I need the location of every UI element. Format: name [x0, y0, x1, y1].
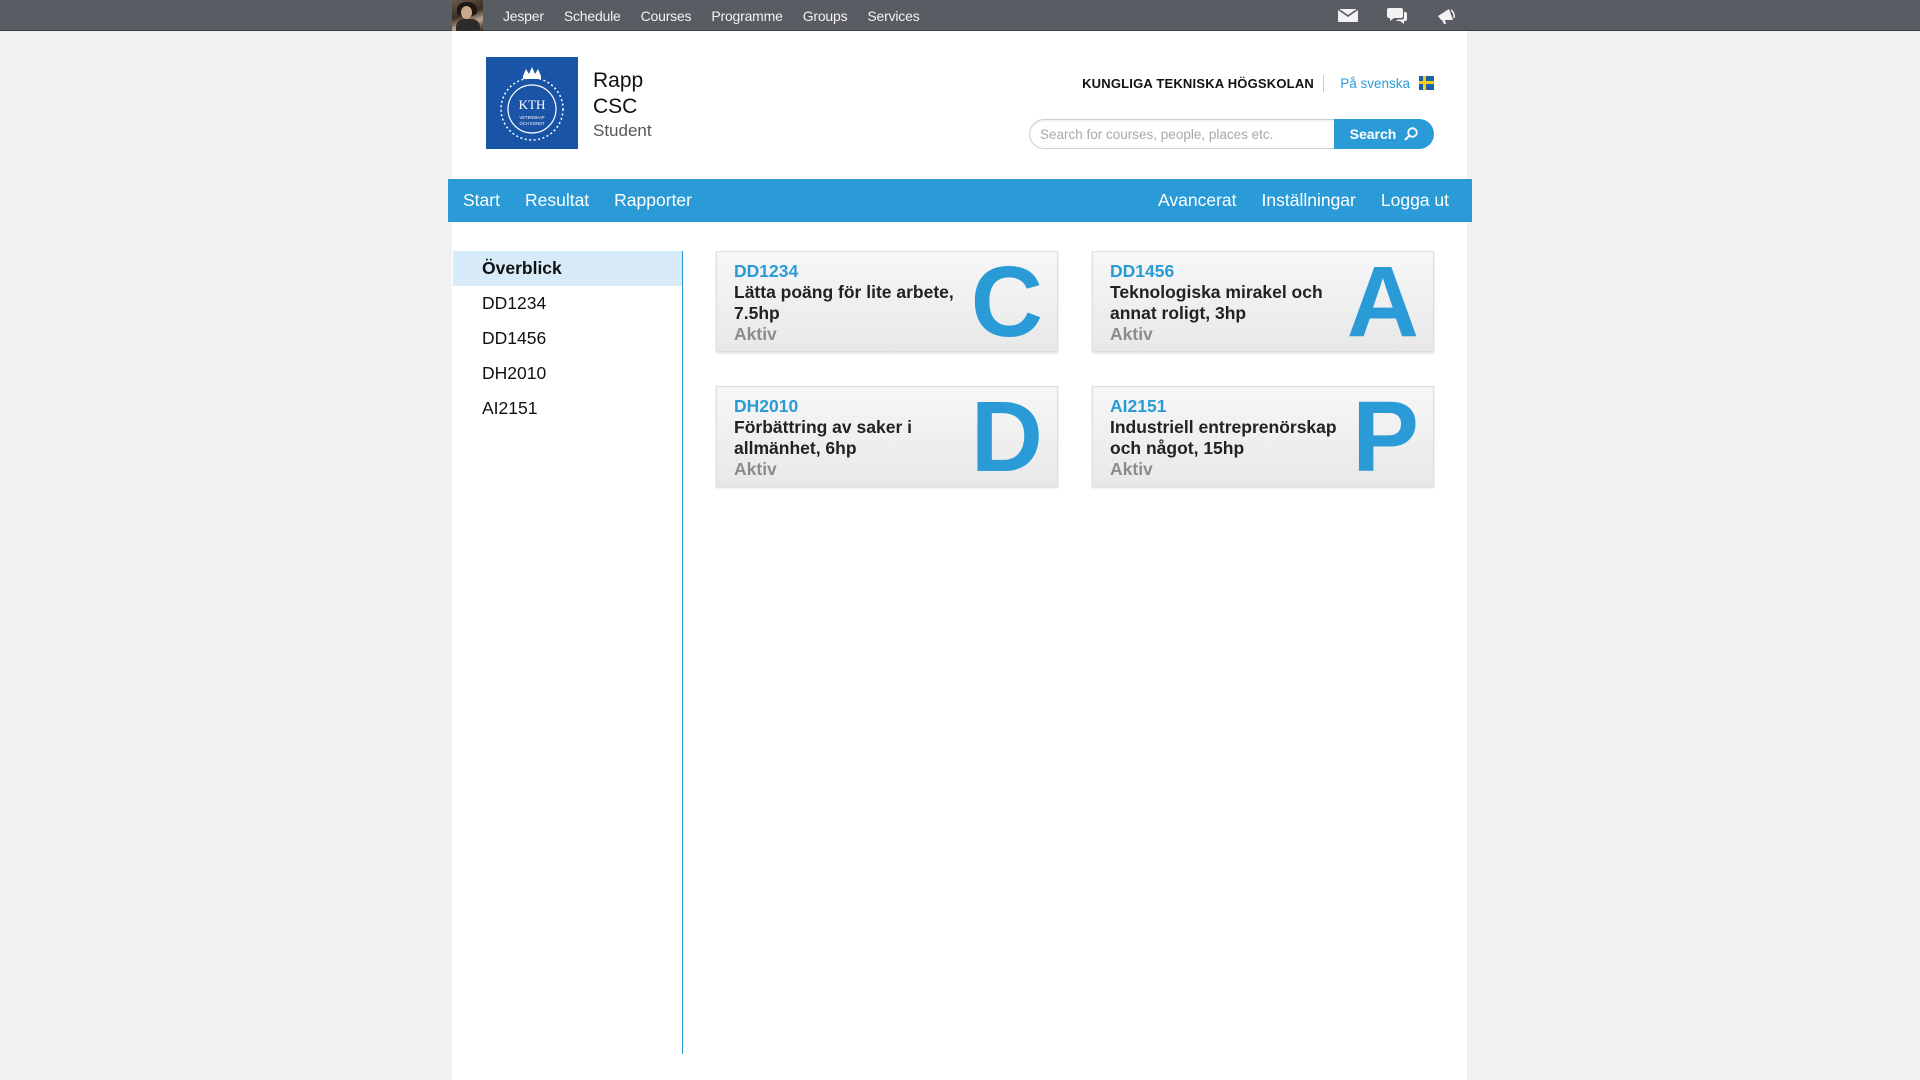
- course-card-dd1456[interactable]: DD1456 Teknologiska mirakel och annat ro…: [1092, 251, 1434, 352]
- course-name: Förbättring av saker i allmänhet, 6hp: [734, 417, 912, 458]
- personal-menu: Jesper Schedule Courses Programme Groups…: [503, 0, 920, 31]
- nav-resultat[interactable]: Resultat: [525, 190, 589, 211]
- course-grade: C: [970, 251, 1043, 352]
- swedish-flag-icon[interactable]: [1419, 76, 1434, 90]
- svg-text:KTH: KTH: [519, 97, 546, 112]
- app-school: CSC: [593, 95, 638, 118]
- course-card-dd1234[interactable]: DD1234 Lätta poäng för lite arbete, 7.5h…: [716, 251, 1058, 352]
- course-code: DH2010: [734, 396, 799, 416]
- course-status: Aktiv: [1110, 324, 1153, 344]
- notification-icons: [1337, 0, 1457, 31]
- course-status: Aktiv: [734, 459, 777, 479]
- search-button-label: Search: [1349, 126, 1397, 142]
- course-name: Industriell entreprenörskap och något, 1…: [1110, 417, 1337, 458]
- sidebar-item-dh2010[interactable]: DH2010: [453, 356, 682, 391]
- search-button[interactable]: Search: [1334, 119, 1434, 149]
- divider: [1323, 75, 1324, 92]
- menu-services[interactable]: Services: [867, 8, 919, 24]
- main-nav: Start Resultat Rapporter Avancerat Instä…: [448, 179, 1472, 222]
- course-grade: A: [1346, 251, 1419, 352]
- search-form: Search: [1029, 119, 1434, 149]
- personal-menu-bar: Jesper Schedule Courses Programme Groups…: [0, 0, 1920, 31]
- sidebar: Överblick DD1234 DD1456 DH2010 AI2151: [453, 251, 683, 1054]
- sidebar-item-overblick[interactable]: Överblick: [453, 251, 682, 286]
- course-code: DD1234: [734, 261, 799, 281]
- course-status: Aktiv: [1110, 459, 1153, 479]
- search-input[interactable]: [1029, 119, 1339, 149]
- course-code: DD1456: [1110, 261, 1175, 281]
- search-icon: [1404, 127, 1419, 141]
- sidebar-item-dd1234[interactable]: DD1234: [453, 286, 682, 321]
- course-grade: P: [1352, 386, 1419, 487]
- language-link[interactable]: På svenska: [1340, 76, 1410, 91]
- course-name: Teknologiska mirakel och annat roligt, 3…: [1110, 282, 1323, 323]
- menu-schedule[interactable]: Schedule: [564, 8, 621, 24]
- kth-logo[interactable]: KTH VETENSKAP OCH KONST: [486, 57, 578, 149]
- nav-installningar[interactable]: Inställningar: [1262, 190, 1356, 211]
- mail-icon[interactable]: [1337, 7, 1359, 25]
- app-brand[interactable]: Rapp CSC Student: [593, 68, 652, 142]
- menu-programme[interactable]: Programme: [711, 8, 783, 24]
- nav-rapporter[interactable]: Rapporter: [614, 190, 692, 211]
- chat-icon[interactable]: [1386, 7, 1408, 25]
- svg-text:OCH KONST: OCH KONST: [520, 121, 545, 126]
- course-card-ai2151[interactable]: AI2151 Industriell entreprenörskap och n…: [1092, 386, 1434, 487]
- course-code: AI2151: [1110, 396, 1167, 416]
- sidebar-item-dd1456[interactable]: DD1456: [453, 321, 682, 356]
- school-name[interactable]: KUNGLIGA TEKNISKA HÖGSKOLAN: [1082, 76, 1314, 91]
- menu-groups[interactable]: Groups: [803, 8, 848, 24]
- page-container: KTH VETENSKAP OCH KONST Rapp CSC Student…: [448, 31, 1472, 1080]
- user-avatar[interactable]: [452, 0, 483, 31]
- course-name: Lätta poäng för lite arbete, 7.5hp: [734, 282, 954, 323]
- course-grade: D: [970, 386, 1043, 487]
- app-role: Student: [593, 121, 652, 140]
- kth-crest-icon: KTH VETENSKAP OCH KONST: [500, 67, 564, 141]
- megaphone-icon[interactable]: [1435, 7, 1457, 25]
- menu-user-name[interactable]: Jesper: [503, 8, 544, 24]
- nav-start[interactable]: Start: [463, 190, 500, 211]
- app-name: Rapp: [593, 69, 644, 92]
- nav-logga-ut[interactable]: Logga ut: [1381, 190, 1449, 211]
- nav-avancerat[interactable]: Avancerat: [1158, 190, 1236, 211]
- sidebar-item-ai2151[interactable]: AI2151: [453, 391, 682, 426]
- menu-courses[interactable]: Courses: [641, 8, 692, 24]
- course-card-dh2010[interactable]: DH2010 Förbättring av saker i allmänhet,…: [716, 386, 1058, 487]
- course-status: Aktiv: [734, 324, 777, 344]
- svg-text:VETENSKAP: VETENSKAP: [519, 115, 544, 120]
